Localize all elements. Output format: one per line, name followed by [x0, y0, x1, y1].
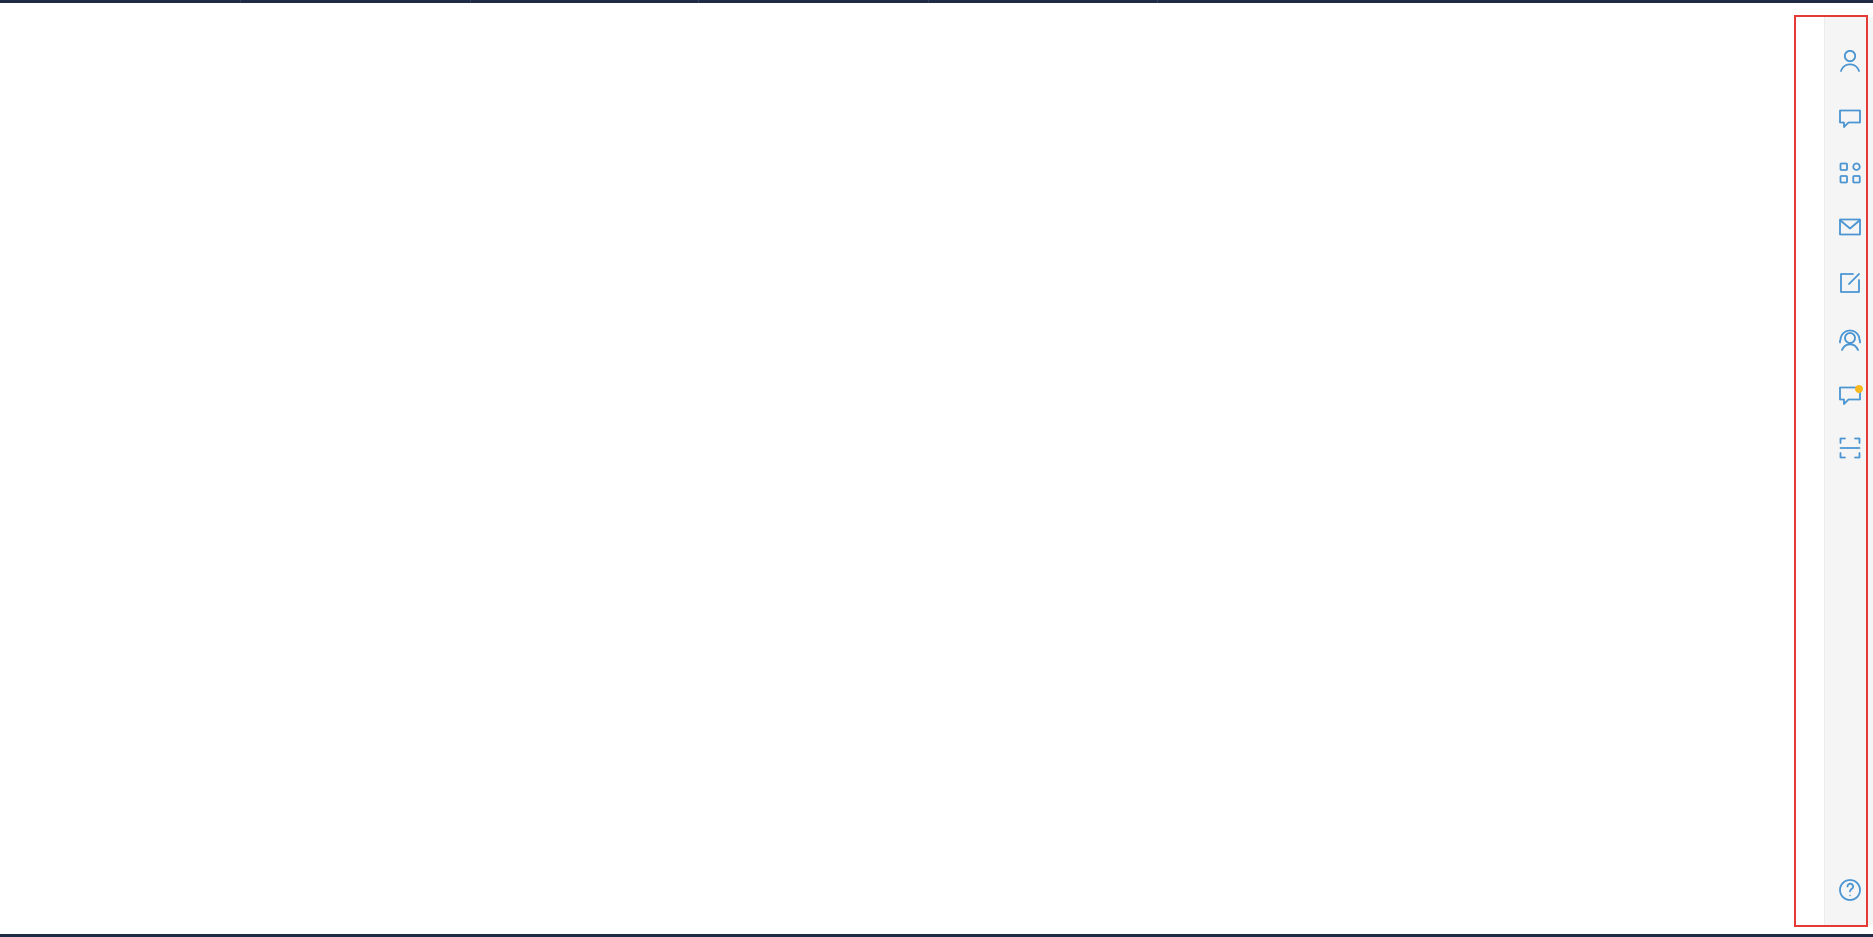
right-sidebar-toolbar: [1824, 17, 1873, 925]
user-icon: [1839, 49, 1860, 72]
apps-grid-icon: [1839, 162, 1861, 183]
chat-button[interactable]: [1835, 103, 1864, 132]
mail-icon: [1838, 218, 1861, 235]
scan-button[interactable]: [1835, 433, 1864, 462]
support-headset-icon: [1838, 329, 1861, 351]
help-button[interactable]: [1835, 875, 1864, 904]
profile-button[interactable]: [1835, 46, 1864, 75]
notification-dot: [1855, 385, 1863, 393]
main-content-area: [0, 3, 1792, 934]
mail-button[interactable]: [1835, 212, 1864, 241]
feedback-button[interactable]: [1835, 380, 1864, 409]
apps-button[interactable]: [1835, 158, 1864, 187]
support-button[interactable]: [1835, 325, 1864, 354]
compose-button[interactable]: [1835, 268, 1864, 297]
edit-note-icon: [1839, 272, 1860, 293]
help-icon: [1838, 878, 1861, 901]
scan-frame-icon: [1839, 437, 1860, 458]
chat-bubble-icon: [1838, 109, 1861, 128]
